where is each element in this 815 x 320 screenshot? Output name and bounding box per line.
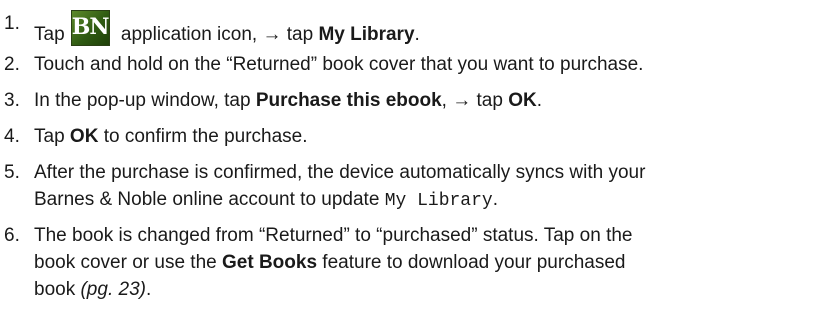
step-text: After the purchase is confirmed, the dev… [34, 159, 794, 215]
step-text-part: book cover or use the [34, 252, 222, 273]
step-text-line: The book is changed from “Returned” to “… [34, 225, 633, 246]
step-text-line: Barnes & Noble online account to update … [34, 186, 794, 215]
step-number: 2. [4, 54, 20, 75]
step-text: The book is changed from “Returned” to “… [34, 222, 794, 303]
get-books-label: Get Books [222, 252, 318, 273]
purchase-ebook-label: Purchase this ebook [255, 90, 442, 111]
my-library-code: My Library [384, 191, 493, 211]
step-text: Tap BN application icon, → tap My Library… [34, 10, 794, 48]
step-number: 6. [4, 225, 20, 246]
step-text-line: book cover or use the Get Books feature … [34, 249, 794, 276]
step-text-part: to confirm the purchase. [98, 126, 308, 147]
icon-label: BN [71, 14, 110, 40]
barnes-noble-app-icon: BN [70, 10, 110, 46]
ok-label: OK [69, 126, 99, 147]
step-text-part: Barnes & Noble online account to update [34, 189, 385, 210]
step-text-part: book [34, 279, 81, 300]
ok-label: OK [508, 90, 537, 111]
step-text: In the pop-up window, tap Purchase this … [34, 87, 794, 114]
step-number: 5. [4, 162, 20, 183]
step-text-part: . [492, 189, 498, 210]
step-number: 1. [4, 13, 20, 34]
step-text-part: Tap [34, 126, 70, 147]
my-library-label: My Library [318, 24, 415, 45]
step-text-part: Tap [34, 24, 65, 45]
step-text-part: . [414, 24, 420, 45]
step-text-part: . [536, 90, 542, 111]
step-text: Tap OK to confirm the purchase. [34, 123, 794, 150]
step-text-line: After the purchase is confirmed, the dev… [34, 162, 646, 183]
step-number: 4. [4, 126, 20, 147]
step-text-part: . [145, 279, 152, 300]
step-text-part: feature to download your purchased [317, 252, 626, 273]
step-text-part: application icon, → tap [115, 24, 319, 45]
page-reference: (pg. 23) [80, 279, 146, 300]
step-text-line: book (pg. 23). [34, 276, 794, 303]
step-text-part: , → tap [441, 90, 509, 111]
step-number: 3. [4, 90, 20, 111]
step-text: Touch and hold on the “Returned” book co… [34, 54, 644, 75]
step-text-part: In the pop-up window, tap [34, 90, 256, 111]
